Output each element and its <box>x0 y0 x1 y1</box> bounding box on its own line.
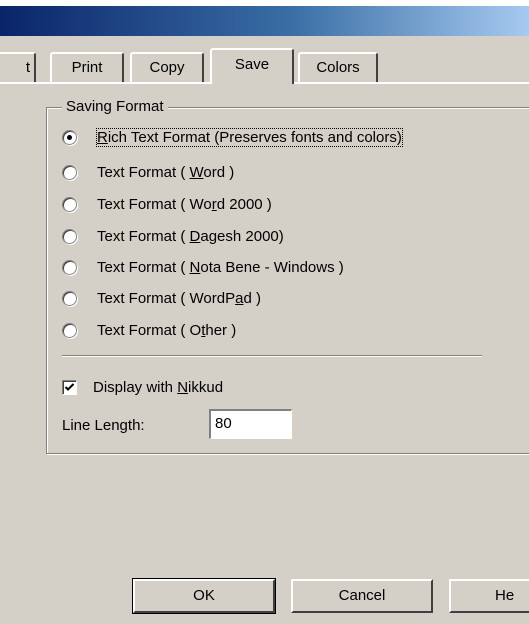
radio-rich-text-format[interactable]: Rich Text Format (Preserves fonts and co… <box>62 126 403 148</box>
tab-print[interactable]: Print <box>50 52 124 82</box>
tab-partial-label: t <box>25 59 30 76</box>
line-length-label: Line Length: <box>62 417 145 434</box>
tab-copy-label: Copy <box>149 59 185 76</box>
tab-save-label: Save <box>234 56 270 73</box>
radio-button[interactable] <box>62 259 77 275</box>
tab-print-label: Print <box>71 59 103 76</box>
tab-partial[interactable]: t <box>0 52 36 82</box>
ok-button[interactable]: OK <box>132 578 276 614</box>
radio-button[interactable] <box>62 322 77 338</box>
radio-text-format-dagesh-2000[interactable]: Text Format ( Dagesh 2000) <box>62 225 284 247</box>
radio-text-format-wordpad[interactable]: Text Format ( WordPad ) <box>62 287 261 309</box>
radio-button[interactable] <box>62 164 77 180</box>
radio-text-format-word-2000[interactable]: Text Format ( Word 2000 ) <box>62 193 272 215</box>
radio-label: Text Format ( Word ) <box>97 163 235 181</box>
tab-colors[interactable]: Colors <box>298 52 378 82</box>
radio-label: Text Format ( WordPad ) <box>97 289 261 307</box>
checkbox[interactable] <box>62 379 77 395</box>
display-with-nikkud-checkbox[interactable]: Display with Nikkud <box>62 377 223 397</box>
radio-label: Text Format ( Word 2000 ) <box>97 195 272 213</box>
radio-text-format-other[interactable]: Text Format ( Other ) <box>62 319 236 341</box>
tab-save[interactable]: Save <box>210 48 294 84</box>
check-mark-icon <box>64 382 75 391</box>
options-dialog: t Print Copy Save Colors Saving Format R… <box>0 6 529 624</box>
radio-button[interactable] <box>62 228 77 244</box>
checkbox-label: Display with Nikkud <box>93 378 224 396</box>
radio-label: Text Format ( Dagesh 2000) <box>97 227 284 245</box>
saving-format-label: Saving Format <box>62 98 168 116</box>
radio-button[interactable] <box>62 196 77 212</box>
saving-format-group <box>46 107 529 454</box>
separator <box>62 355 482 357</box>
line-length-input[interactable]: 80 <box>209 409 292 439</box>
radio-button[interactable] <box>62 129 77 145</box>
radio-text-format-nota-bene[interactable]: Text Format ( Nota Bene - Windows ) <box>62 256 344 278</box>
radio-button[interactable] <box>62 290 77 306</box>
cancel-button[interactable]: Cancel <box>291 579 433 613</box>
radio-label: Text Format ( Other ) <box>97 321 237 339</box>
radio-label: Rich Text Format (Preserves fonts and co… <box>96 127 403 147</box>
radio-label: Text Format ( Nota Bene - Windows ) <box>97 258 344 276</box>
help-button[interactable]: He <box>449 579 529 613</box>
title-bar[interactable] <box>0 6 529 36</box>
radio-text-format-word[interactable]: Text Format ( Word ) <box>62 161 234 183</box>
tab-colors-label: Colors <box>316 59 360 76</box>
tab-copy[interactable]: Copy <box>130 52 204 82</box>
